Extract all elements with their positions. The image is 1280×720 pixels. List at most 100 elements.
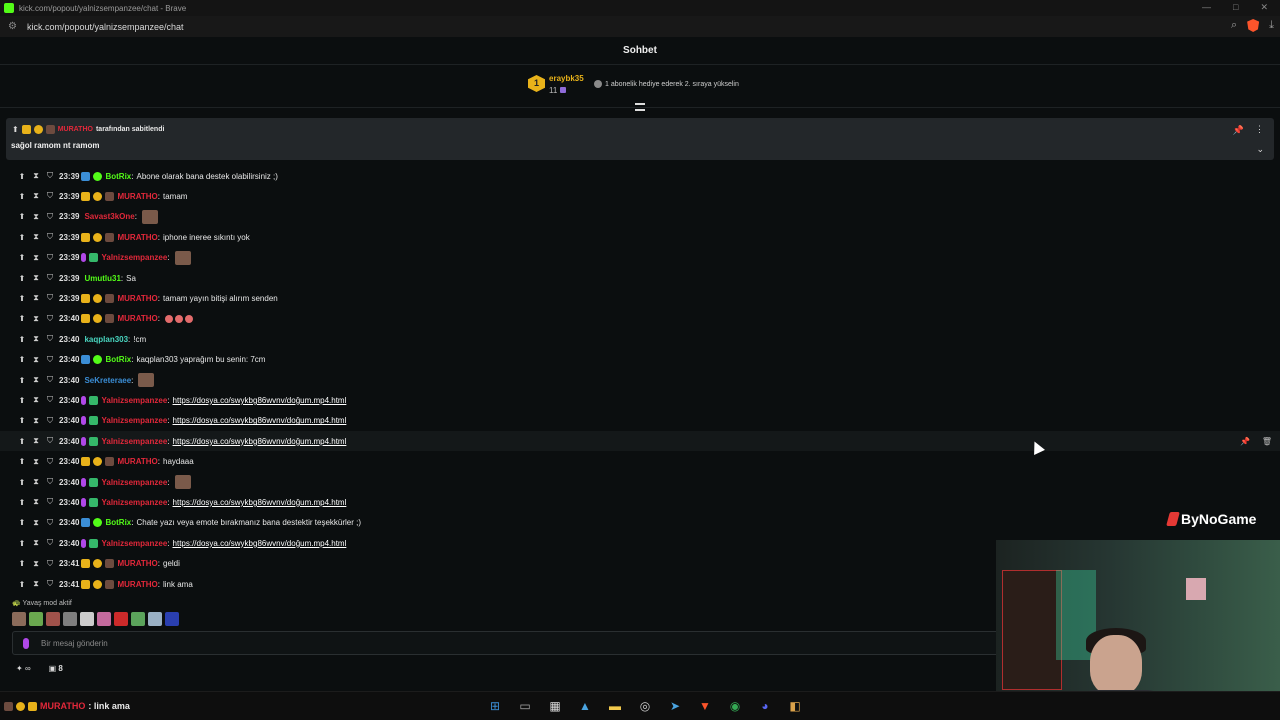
app-icon-2[interactable]: ◧	[784, 696, 806, 716]
timeout-icon[interactable]: ⧗	[29, 497, 43, 507]
chat-message[interactable]: ⬆ ⧗ ⛉ 23:40 Yalnizsempanzee: https://dosya.co…	[0, 411, 1280, 431]
timeout-icon[interactable]: ⧗	[29, 355, 43, 365]
chat-message[interactable]: ⬆ ⧗ ⛉ 23:40 kaqplan303: !cm	[0, 329, 1280, 349]
task-view-icon[interactable]: ▭	[514, 696, 536, 716]
message-username[interactable]: MURATHO	[117, 192, 157, 201]
pin-message-icon[interactable]: ⬆	[15, 233, 29, 242]
emote-6[interactable]	[97, 612, 111, 626]
timeout-icon[interactable]: ⧗	[29, 273, 43, 283]
windows-start-icon[interactable]: ⊞	[484, 696, 506, 716]
ban-icon[interactable]: ⛉	[43, 273, 57, 283]
timeout-icon[interactable]: ⧗	[29, 395, 43, 405]
timeout-icon[interactable]: ⧗	[29, 477, 43, 487]
ban-icon[interactable]: ⛉	[43, 212, 57, 222]
message-username[interactable]: Yalnizsempanzee	[101, 539, 167, 548]
ban-icon[interactable]: ⛉	[43, 253, 57, 263]
timeout-icon[interactable]: ⧗	[29, 559, 43, 569]
timeout-icon[interactable]: ⧗	[29, 232, 43, 242]
pin-message-icon[interactable]: ⬆	[15, 335, 29, 344]
chat-message[interactable]: ⬆ ⧗ ⛉ 23:39 Umutlu31: Sa	[0, 268, 1280, 288]
url-text[interactable]: kick.com/popout/yalnizsempanzee/chat	[27, 22, 184, 32]
timeout-icon[interactable]: ⧗	[29, 436, 43, 446]
discord-icon[interactable]: ◕	[754, 696, 776, 716]
emote-4[interactable]	[63, 612, 77, 626]
ban-icon[interactable]: ⛉	[43, 355, 57, 365]
timeout-icon[interactable]: ⧗	[29, 334, 43, 344]
ban-icon[interactable]: ⛉	[43, 518, 57, 528]
ban-icon[interactable]: ⛉	[43, 395, 57, 405]
download-icon[interactable]: ⤓	[1269, 19, 1274, 32]
message-username[interactable]: MURATHO	[117, 457, 157, 466]
hover-pin-icon[interactable]: 📌	[1240, 437, 1250, 446]
chat-message[interactable]: ⬆ ⧗ ⛉ 23:40 MURATHO: haydaaa	[0, 452, 1280, 472]
message-username[interactable]: BotRix	[105, 518, 131, 527]
ban-icon[interactable]: ⛉	[43, 191, 57, 201]
timeout-icon[interactable]: ⧗	[29, 314, 43, 324]
photos-icon[interactable]: ▲	[574, 696, 596, 716]
steam-icon[interactable]: ➤	[664, 696, 686, 716]
site-settings-icon[interactable]: ⚙	[8, 21, 17, 32]
zoom-icon[interactable]: ⌕	[1231, 19, 1237, 32]
ban-icon[interactable]: ⛉	[43, 375, 57, 385]
chat-input[interactable]	[41, 634, 941, 652]
emote-10[interactable]	[165, 612, 179, 626]
pin-message-icon[interactable]: ⬆	[15, 539, 29, 548]
ban-icon[interactable]: ⛉	[43, 538, 57, 548]
emote-2[interactable]	[29, 612, 43, 626]
message-link[interactable]: https://dosya.co/swykbg86wvnv/doğum.mp4.…	[173, 539, 347, 548]
timeout-icon[interactable]: ⧗	[29, 416, 43, 426]
pin-message-icon[interactable]: ⬆	[15, 457, 29, 466]
timeout-icon[interactable]: ⧗	[29, 212, 43, 222]
app-icon-1[interactable]: ▦	[544, 696, 566, 716]
timeout-icon[interactable]: ⧗	[29, 538, 43, 548]
top-gifter-name[interactable]: eraybk35	[549, 74, 584, 83]
pin-message-icon[interactable]: ⬆	[15, 478, 29, 487]
chat-message[interactable]: ⬆ ⧗ ⛉ 23:39 MURATHO: iphone ineree sıkıntı yo…	[0, 227, 1280, 247]
ban-icon[interactable]: ⛉	[43, 579, 57, 589]
obs-icon[interactable]: ◎	[634, 696, 656, 716]
message-username[interactable]: MURATHO	[117, 294, 157, 303]
timeout-icon[interactable]: ⧗	[29, 457, 43, 467]
emote-picker-icon[interactable]	[23, 638, 29, 649]
chat-message[interactable]: ⬆ ⧗ ⛉ 23:40 Yalnizsempanzee: https://dosya.co…	[0, 390, 1280, 410]
emote-7[interactable]	[114, 612, 128, 626]
message-username[interactable]: SeKreteraee	[84, 376, 131, 385]
chat-message[interactable]: ⬆ ⧗ ⛉ 23:40 SeKreteraee:	[0, 370, 1280, 390]
ban-icon[interactable]: ⛉	[43, 436, 57, 446]
chat-message[interactable]: ⬆ ⧗ ⛉ 23:39 MURATHO: tamam yayın bitişi alırı…	[0, 288, 1280, 308]
pin-message-icon[interactable]: ⬆	[15, 212, 29, 221]
emote-5[interactable]	[80, 612, 94, 626]
emote-3[interactable]	[46, 612, 60, 626]
timeout-icon[interactable]: ⧗	[29, 293, 43, 303]
emote-1[interactable]	[12, 612, 26, 626]
timeout-icon[interactable]: ⧗	[29, 191, 43, 201]
pin-message-icon[interactable]: ⬆	[15, 172, 29, 181]
chat-message[interactable]: ⬆ ⧗ ⛉ 23:40 Yalnizsempanzee: https://dosya.co…	[0, 431, 1280, 452]
chat-message[interactable]: ⬆ ⧗ ⛉ 23:39 Savast3kOne:	[0, 207, 1280, 227]
emote-8[interactable]	[131, 612, 145, 626]
brave-icon[interactable]: ▼	[694, 696, 716, 716]
pin-message-icon[interactable]: ⬆	[15, 355, 29, 364]
chat-message[interactable]: ⬆ ⧗ ⛉ 23:39 BotRix: Abone olarak bana destek …	[0, 166, 1280, 186]
pin-message-icon[interactable]: ⬆	[15, 437, 29, 446]
folder-icon[interactable]: ▬	[604, 696, 626, 716]
message-username[interactable]: BotRix	[105, 355, 131, 364]
brave-shield-icon[interactable]	[1247, 19, 1260, 32]
timeout-icon[interactable]: ⧗	[29, 253, 43, 263]
message-username[interactable]: Yalnizsempanzee	[101, 437, 167, 446]
pin-message-icon[interactable]: ⬆	[15, 580, 29, 589]
gift-button[interactable]: ▣ 8	[49, 664, 63, 673]
message-link[interactable]: https://dosya.co/swykbg86wvnv/doğum.mp4.…	[173, 437, 347, 446]
pin-message-icon[interactable]: ⬆	[15, 253, 29, 262]
pin-message-icon[interactable]: ⬆	[15, 376, 29, 385]
pin-message-icon[interactable]: ⬆	[15, 294, 29, 303]
pinned-author[interactable]: MURATHO	[58, 126, 93, 133]
ban-icon[interactable]: ⛉	[43, 232, 57, 242]
ban-icon[interactable]: ⛉	[43, 559, 57, 569]
close-icon[interactable]: ✕	[1260, 2, 1268, 13]
minimize-icon[interactable]: —	[1202, 2, 1211, 13]
message-username[interactable]: MURATHO	[117, 559, 157, 568]
pin-message-icon[interactable]: ⬆	[15, 498, 29, 507]
ban-icon[interactable]: ⛉	[43, 171, 57, 181]
timeout-icon[interactable]: ⧗	[29, 375, 43, 385]
